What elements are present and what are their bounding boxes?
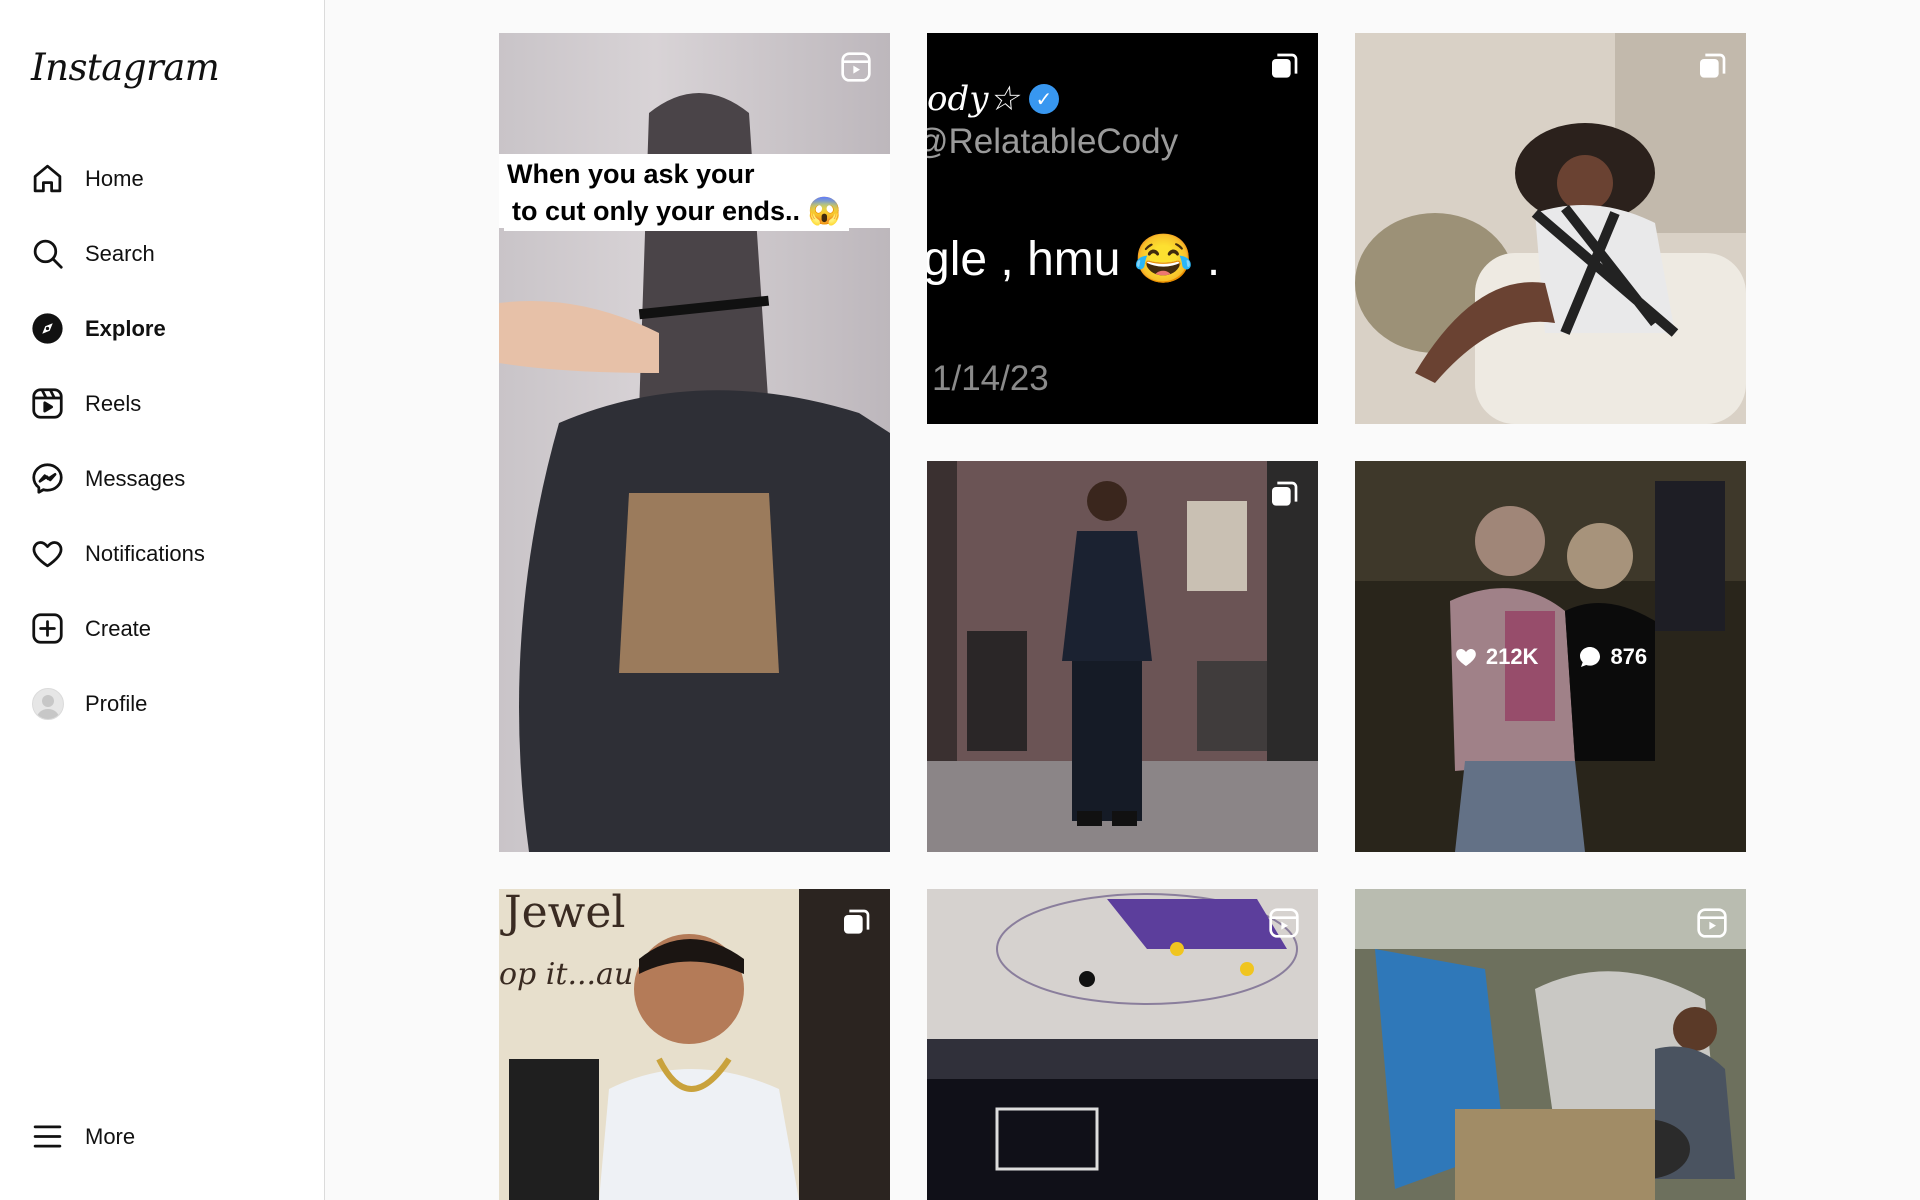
avatar-wrapper xyxy=(31,687,64,720)
carousel-icon xyxy=(840,907,872,939)
explore-tile-basketball-reel[interactable] xyxy=(927,889,1318,1200)
sidebar-item-label: Reels xyxy=(85,390,142,416)
basketball-photo xyxy=(927,889,1318,1200)
sidebar-item-label: Search xyxy=(85,240,155,266)
reel-caption-line-2: to cut only your ends.. 😱 xyxy=(504,191,850,231)
sidebar-nav: Home Search Explore Reels Messages Notif… xyxy=(0,141,325,741)
sidebar-item-search[interactable]: Search xyxy=(0,216,325,291)
reel-icon xyxy=(1696,907,1728,939)
sidebar-item-label: Notifications xyxy=(85,540,205,566)
explore-tile-tarp-reel[interactable] xyxy=(1355,889,1746,1200)
sidebar-item-notifications[interactable]: Notifications xyxy=(0,516,325,591)
search-icon xyxy=(31,237,64,270)
plus-square-icon xyxy=(31,612,64,645)
sidebar-item-reels[interactable]: Reels xyxy=(0,366,325,441)
likes-count: 212K xyxy=(1485,643,1539,669)
sidebar-item-label: Messages xyxy=(85,465,186,491)
more-button[interactable]: More xyxy=(0,1099,325,1174)
sidebar-item-create[interactable]: Create xyxy=(0,591,325,666)
tweet-text: gle , hmu 😂 . xyxy=(927,233,1221,286)
tweet-date: 1/14/23 xyxy=(932,359,1049,398)
home-icon xyxy=(31,162,64,195)
heart-icon xyxy=(31,537,64,570)
comments-count: 876 xyxy=(1610,643,1648,669)
carousel-icon xyxy=(1696,51,1728,83)
comment-filled-icon xyxy=(1580,646,1601,667)
suit-photo xyxy=(927,461,1318,852)
tarp-photo xyxy=(1355,889,1746,1200)
sidebar-item-explore[interactable]: Explore xyxy=(0,291,325,366)
explore-tile-hair-reel[interactable]: When you ask your hairstylist to cut onl… xyxy=(499,33,890,852)
tweet-handle: @RelatableCody xyxy=(927,122,1179,161)
explore-tile-couple-hovered[interactable]: 212K 876 xyxy=(1355,461,1746,852)
likes-stat: 212K xyxy=(1454,643,1539,670)
menu-icon xyxy=(31,1120,64,1153)
tweet-name-row: ody☆ ✓ xyxy=(927,79,1059,119)
heart-filled-icon xyxy=(1455,648,1476,666)
carousel-icon xyxy=(1268,51,1300,83)
sidebar-more: More xyxy=(0,1099,325,1174)
sofa-photo xyxy=(1355,33,1746,424)
instagram-logo[interactable]: Instagram xyxy=(31,46,220,89)
explore-tile-sofa-photo[interactable] xyxy=(1355,33,1746,424)
reel-icon xyxy=(1268,907,1300,939)
svg-text:Jewel: Jewel xyxy=(500,889,625,938)
explore-tile-suit-selfie[interactable] xyxy=(927,461,1318,852)
comments-stat: 876 xyxy=(1578,644,1647,670)
sidebar: Instagram Home Search Explore Reels Mess… xyxy=(0,0,325,1200)
sidebar-item-profile[interactable]: Profile xyxy=(0,666,325,741)
sidebar-item-label: Explore xyxy=(85,315,166,341)
reel-icon xyxy=(840,51,872,83)
sidebar-item-label: Profile xyxy=(85,690,148,716)
verified-badge-icon: ✓ xyxy=(1028,84,1059,114)
more-label: More xyxy=(85,1123,136,1149)
carousel-icon xyxy=(1268,479,1300,511)
explore-tile-chain-photo[interactable]: Jewel op it...aug. xyxy=(499,889,890,1200)
chain-photo: Jewel op it...aug. xyxy=(499,889,890,1200)
sidebar-item-label: Home xyxy=(85,165,144,191)
sidebar-item-home[interactable]: Home xyxy=(0,141,325,216)
avatar xyxy=(31,687,64,720)
explore-tile-tweet[interactable]: ody☆ ✓ @RelatableCody gle , hmu 😂 . 1/14… xyxy=(927,33,1318,424)
tweet-name: ody☆ xyxy=(927,79,1019,119)
sidebar-item-messages[interactable]: Messages xyxy=(0,441,325,516)
reels-icon xyxy=(31,387,64,420)
compass-icon xyxy=(31,312,64,345)
messenger-icon xyxy=(31,462,64,495)
sidebar-item-label: Create xyxy=(85,615,152,641)
hover-stats-overlay: 212K 876 xyxy=(1355,461,1746,852)
